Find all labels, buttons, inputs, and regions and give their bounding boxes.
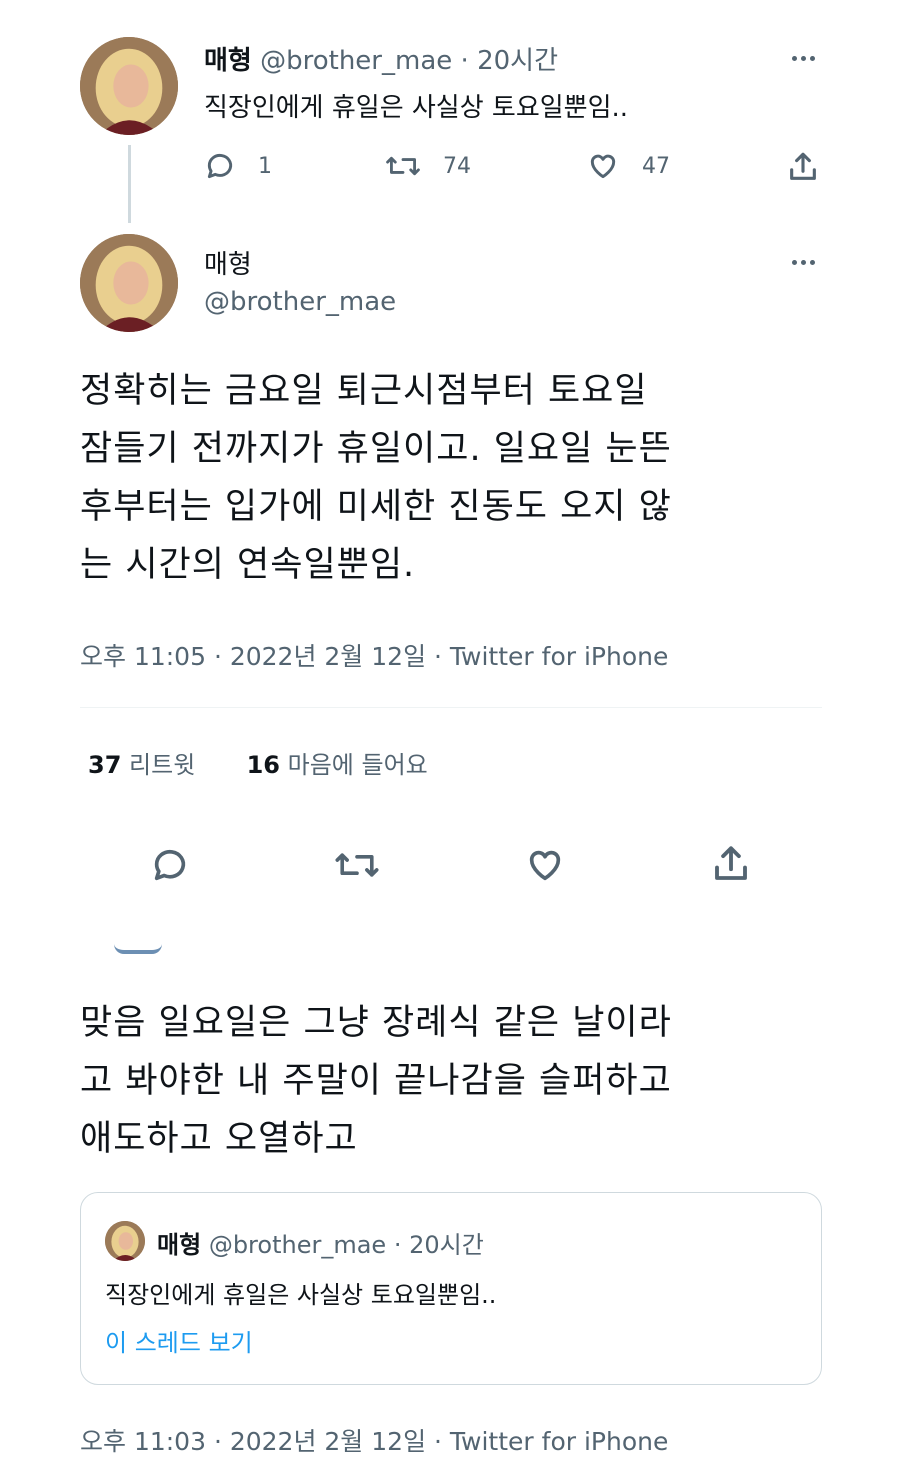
reply-count: 1 [258, 153, 272, 179]
quote-tweet-card[interactable]: 매형 @brother_mae · 20시간 직장인에게 휴일은 사실상 토요일… [80, 1192, 822, 1385]
display-name[interactable]: 매형 [204, 46, 252, 76]
tweet-line: 잠들기 전까지가 휴일이고. 일요일 눈뜬 [80, 429, 672, 469]
share-button[interactable] [786, 150, 820, 184]
like-icon [590, 154, 616, 179]
more-icon[interactable] [792, 56, 815, 61]
like-count: 47 [642, 153, 670, 179]
likes-count: 16 [246, 751, 280, 779]
avatar[interactable] [80, 37, 178, 135]
avatar [105, 1221, 145, 1261]
separator-dot: · [393, 1231, 402, 1259]
handle: @brother_mae [208, 1231, 387, 1259]
reply-icon [154, 849, 186, 881]
tweet-meta: 오후 11:03 · 2022년 2월 12일 · Twitter for iP… [80, 1427, 669, 1456]
show-thread-link[interactable]: 이 스레드 보기 [105, 1323, 253, 1358]
tweet-line: 애도하고 오열하고 [80, 1119, 358, 1159]
timestamp[interactable]: 20시간 [477, 46, 558, 76]
reply-icon [207, 153, 233, 179]
reply-button[interactable]: 1 [204, 150, 272, 182]
likes-label: 마음에 들어요 [287, 751, 428, 779]
retweet-icon [335, 853, 379, 877]
tweet-line: 맞음 일요일은 그냥 장례식 같은 날이라 [80, 1003, 672, 1043]
tweet-line: 는 시간의 연속일뿐임. [80, 545, 416, 585]
tweet-line: 정확히는 금요일 퇴근시점부터 토요일 [80, 371, 648, 411]
separator-dot: · [460, 46, 469, 76]
divider [80, 707, 822, 708]
tweet-meta: 오후 11:05 · 2022년 2월 12일 · Twitter for iP… [80, 642, 669, 671]
like-button[interactable] [524, 845, 566, 885]
retweet-button[interactable] [334, 845, 380, 885]
like-button[interactable]: 47 [586, 150, 670, 182]
retweets-count: 37 [88, 751, 122, 779]
timestamp: 20시간 [409, 1231, 484, 1259]
tweet-text: 직장인에게 휴일은 사실상 토요일뿐임.. [204, 93, 629, 123]
share-icon [715, 846, 747, 880]
tweet-body: 정확히는 금요일 퇴근시점부터 토요일 잠들기 전까지가 휴일이고. 일요일 눈… [80, 362, 840, 594]
handle[interactable]: @brother_mae [260, 46, 452, 76]
share-button[interactable] [710, 843, 752, 885]
retweet-icon [386, 156, 420, 176]
like-icon [529, 850, 561, 881]
quote-text: 직장인에게 휴일은 사실상 토요일뿐임.. [105, 1281, 497, 1309]
more-icon[interactable] [792, 260, 815, 265]
thread-connector [128, 145, 131, 223]
display-name[interactable]: 매형 [204, 244, 252, 281]
cropped-avatar-edge [114, 944, 162, 954]
tweet-line: 고 봐야한 내 주말이 끝나감을 슬퍼하고 [80, 1061, 672, 1101]
share-icon [790, 152, 816, 180]
tweet-header: 매형 @brother_mae · 20시간 [204, 40, 558, 77]
tweet-body: 맞음 일요일은 그냥 장례식 같은 날이라 고 봐야한 내 주말이 끝나감을 슬… [80, 994, 840, 1168]
engagement-stats: 37 리트윗 16 마음에 들어요 [88, 745, 428, 780]
retweets-label: 리트윗 [129, 751, 196, 779]
tweet-line: 후부터는 입가에 미세한 진동도 오지 않 [80, 487, 672, 527]
display-name: 매형 [157, 1231, 202, 1259]
retweets-stat[interactable]: 37 리트윗 [88, 751, 195, 779]
avatar[interactable] [80, 234, 178, 332]
quote-header: 매형 @brother_mae · 20시간 [157, 1225, 484, 1260]
retweet-count: 74 [443, 153, 471, 179]
reply-button[interactable] [150, 845, 190, 885]
likes-stat[interactable]: 16 마음에 들어요 [247, 751, 428, 779]
retweet-button[interactable]: 74 [385, 150, 471, 182]
handle[interactable]: @brother_mae [204, 287, 396, 317]
